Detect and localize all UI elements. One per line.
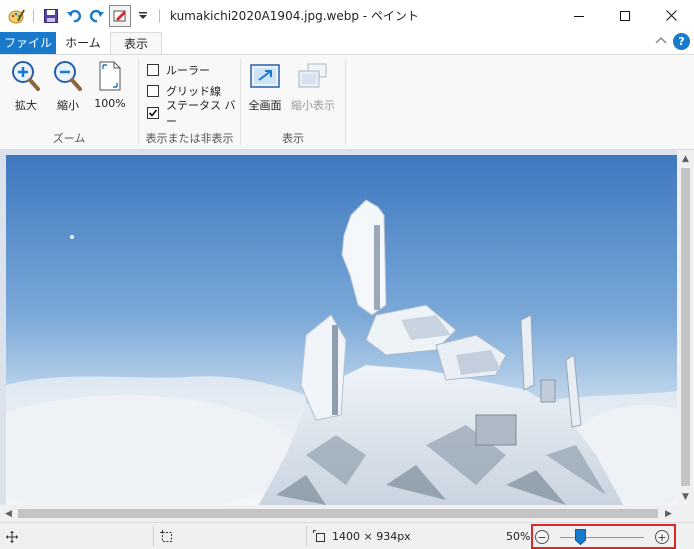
scroll-right-icon[interactable]: ▶ bbox=[660, 505, 677, 522]
zoom-slider-thumb[interactable] bbox=[575, 529, 586, 546]
close-button[interactable] bbox=[648, 0, 694, 31]
scroll-down-icon[interactable]: ▼ bbox=[677, 488, 694, 505]
help-icon[interactable]: ? bbox=[673, 33, 690, 50]
snowy-summit-photo bbox=[6, 155, 677, 510]
checkmark-icon bbox=[148, 109, 158, 117]
actual-size-label: 100% bbox=[94, 97, 126, 110]
zoom-group-label: ズーム bbox=[52, 132, 86, 145]
page-actual-size-icon bbox=[97, 59, 123, 93]
group-divider bbox=[345, 59, 346, 145]
zoom-group: 拡大 縮小 100% ズーム bbox=[0, 55, 138, 150]
selection-size-icon bbox=[160, 523, 173, 549]
fullscreen-button[interactable]: 全画面 bbox=[245, 59, 285, 117]
zoom-slider-track[interactable] bbox=[560, 537, 644, 538]
redo-icon[interactable] bbox=[86, 5, 108, 27]
zoom-out-label: 縮小 bbox=[57, 99, 79, 112]
thumbnail-icon bbox=[296, 59, 330, 93]
status-separator bbox=[306, 526, 307, 546]
save-icon[interactable] bbox=[40, 5, 62, 27]
status-bar: 1400 × 934px 50% − + bbox=[0, 522, 694, 549]
zoom-in-button[interactable]: 拡大 bbox=[8, 59, 44, 117]
cursor-position-icon bbox=[6, 523, 18, 549]
scrollbar-corner bbox=[677, 505, 694, 522]
maximize-button[interactable] bbox=[602, 0, 648, 31]
title-bar: kumakichi2020A1904.jpg.webp - ペイント bbox=[0, 0, 694, 31]
tab-file[interactable]: ファイル bbox=[0, 32, 56, 54]
canvas-image[interactable] bbox=[6, 155, 677, 510]
window-controls bbox=[556, 0, 694, 31]
undo-icon[interactable] bbox=[63, 5, 85, 27]
scroll-up-icon[interactable]: ▲ bbox=[677, 150, 694, 167]
thumbnail-label: 縮小表示 bbox=[291, 99, 335, 112]
status-bar-check-box[interactable] bbox=[147, 107, 159, 119]
vertical-scrollbar[interactable]: ▲ ▼ bbox=[677, 150, 694, 505]
zoom-in-status-button[interactable]: + bbox=[655, 530, 669, 544]
show-hide-group: ルーラー グリッド線 ステータス バー 表示または非表示 bbox=[139, 55, 240, 150]
dropdown-arrow-icon[interactable] bbox=[132, 5, 154, 27]
minimize-button[interactable] bbox=[556, 0, 602, 31]
status-bar-label: ステータス バー bbox=[166, 99, 236, 128]
ribbon-right-controls: ? bbox=[655, 33, 690, 50]
status-bar-checkbox[interactable]: ステータス バー bbox=[147, 99, 240, 128]
tab-view[interactable]: 表示 bbox=[110, 32, 162, 55]
gridlines-check-box[interactable] bbox=[147, 85, 159, 97]
qa-separator bbox=[159, 8, 160, 23]
vertical-scroll-thumb[interactable] bbox=[681, 168, 690, 486]
horizontal-scrollbar[interactable]: ◀ ▶ bbox=[0, 505, 677, 522]
ribbon-panel: 拡大 縮小 100% ズーム ルーラー グリッド線 ステータス バー 表示または… bbox=[0, 54, 694, 150]
status-separator bbox=[153, 526, 154, 546]
customize-icon[interactable] bbox=[109, 4, 131, 27]
ribbon-tabs: ファイル ホーム 表示 ? bbox=[0, 31, 694, 55]
image-size-icon bbox=[313, 523, 326, 549]
actual-size-button[interactable]: 100% bbox=[92, 59, 128, 117]
zoom-in-icon bbox=[11, 59, 41, 93]
thumbnail-button[interactable]: 縮小表示 bbox=[289, 59, 337, 117]
zoom-in-label: 拡大 bbox=[15, 99, 37, 112]
quick-access-toolbar bbox=[0, 0, 166, 31]
zoom-out-icon bbox=[53, 59, 83, 93]
display-group: 全画面 縮小表示 表示 bbox=[241, 55, 345, 150]
display-group-label: 表示 bbox=[282, 132, 304, 145]
window-title: kumakichi2020A1904.jpg.webp - ペイント bbox=[170, 9, 419, 23]
paint-app-icon[interactable] bbox=[6, 5, 28, 27]
zoom-percent-text: 50% bbox=[506, 530, 531, 543]
zoom-out-status-button[interactable]: − bbox=[535, 530, 549, 544]
ruler-label: ルーラー bbox=[166, 64, 210, 77]
qa-separator bbox=[33, 8, 34, 23]
fullscreen-icon bbox=[249, 59, 281, 93]
horizontal-scroll-thumb[interactable] bbox=[18, 509, 658, 518]
fullscreen-label: 全画面 bbox=[248, 99, 282, 112]
show-hide-group-label: 表示または非表示 bbox=[145, 132, 234, 145]
canvas-workspace: ▲ ▼ ◀ ▶ bbox=[0, 150, 694, 522]
zoom-out-button[interactable]: 縮小 bbox=[50, 59, 86, 117]
image-size-text: 1400 × 934px bbox=[332, 530, 411, 543]
ruler-checkbox[interactable]: ルーラー bbox=[147, 61, 210, 79]
tab-home[interactable]: ホーム bbox=[58, 32, 108, 54]
scroll-left-icon[interactable]: ◀ bbox=[0, 505, 17, 522]
ruler-check-box[interactable] bbox=[147, 64, 159, 76]
collapse-ribbon-icon[interactable] bbox=[655, 35, 667, 48]
